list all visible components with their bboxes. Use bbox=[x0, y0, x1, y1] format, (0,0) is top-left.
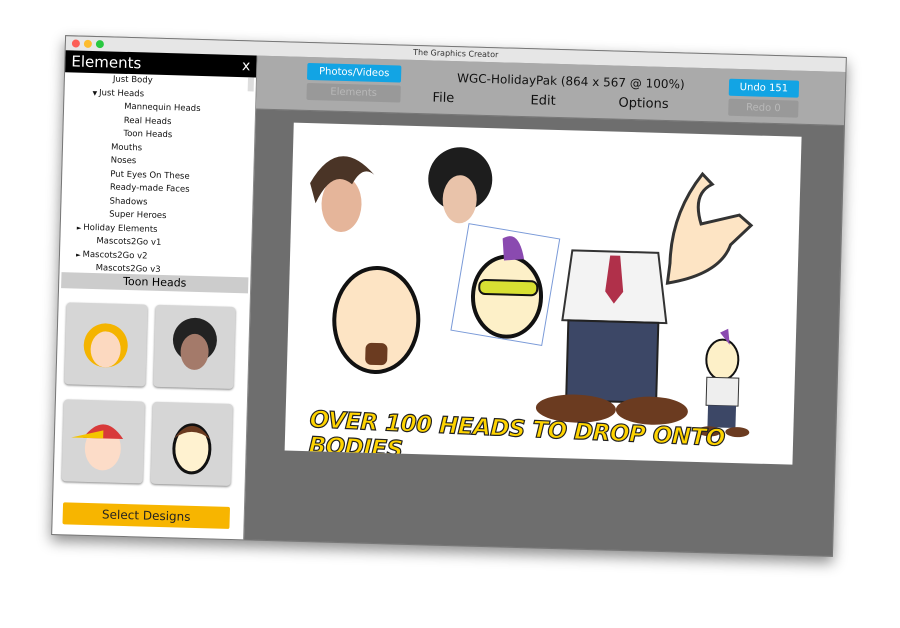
tree-item-label: Put Eyes On These bbox=[110, 168, 190, 182]
tree-item-label: Mascots2Go v2 bbox=[82, 249, 148, 262]
document-title: WGC-HolidayPak (864 x 567 @ 100%) bbox=[456, 71, 685, 92]
design-tile-cap-head[interactable] bbox=[61, 399, 145, 484]
tree-item-label: Holiday Elements bbox=[83, 222, 158, 235]
tree-item-label: Noses bbox=[110, 155, 137, 167]
sidebar-title: Elements bbox=[71, 52, 142, 73]
photos-videos-button[interactable]: Photos/Videos bbox=[306, 62, 402, 83]
tree-item-label: Mannequin Heads bbox=[124, 101, 201, 114]
elements-button[interactable]: Elements bbox=[306, 82, 401, 103]
tree-item-label: Ready-made Faces bbox=[109, 182, 190, 195]
redo-button[interactable]: Redo 0 bbox=[728, 98, 799, 118]
tree-item-label: Mouths bbox=[110, 142, 143, 153]
main-area: Photos/Videos Elements WGC-HolidayPak (8… bbox=[244, 55, 846, 556]
window-title: The Graphics Creator bbox=[413, 47, 499, 60]
close-icon[interactable]: x bbox=[242, 55, 251, 77]
artboard[interactable]: OVER 100 HEADS TO DROP ONTO BODIES bbox=[284, 122, 802, 465]
undo-button[interactable]: Undo 151 bbox=[728, 78, 800, 98]
menu-options[interactable]: Options bbox=[618, 96, 669, 112]
tree-item-label: Real Heads bbox=[123, 115, 172, 127]
bald-goatee-head[interactable] bbox=[332, 265, 421, 374]
tree-item-label: Super Heroes bbox=[109, 209, 167, 222]
category-tree: Just Body ▼ Just Heads Mannequin Heads Real… bbox=[60, 72, 257, 277]
canvas-area: OVER 100 HEADS TO DROP ONTO BODIES bbox=[244, 109, 844, 556]
real-head-hair[interactable] bbox=[309, 155, 375, 233]
tree-item-label: Shadows bbox=[109, 195, 148, 208]
menu-edit[interactable]: Edit bbox=[530, 93, 556, 109]
select-designs-button[interactable]: Select Designs bbox=[62, 502, 231, 529]
design-tile-toon-head[interactable] bbox=[150, 401, 233, 486]
minimize-window-button[interactable] bbox=[83, 39, 93, 48]
elements-sidebar: Elements x Just Body ▼ Just Heads Mannequi… bbox=[52, 50, 258, 540]
tree-scrollbar[interactable] bbox=[247, 77, 255, 91]
design-tile-afro-head[interactable] bbox=[152, 304, 236, 390]
app-window: The Graphics Creator Elements x Just Bod… bbox=[51, 35, 847, 557]
design-grid bbox=[53, 288, 250, 493]
menu-file[interactable]: File bbox=[432, 90, 454, 106]
mascot-figure[interactable] bbox=[697, 328, 752, 438]
tree-item-label: Mascots2Go v3 bbox=[95, 263, 161, 275]
close-window-button[interactable] bbox=[71, 39, 81, 48]
mohawk-head-selected[interactable] bbox=[450, 223, 561, 347]
tree-item-label: Just Heads bbox=[98, 87, 145, 99]
tree-item-label: Toon Heads bbox=[123, 128, 173, 141]
design-tile-blonde-head[interactable] bbox=[64, 302, 148, 387]
afro-head[interactable] bbox=[427, 146, 493, 224]
tree-item-label: Just Body bbox=[112, 74, 153, 86]
zoom-window-button[interactable] bbox=[95, 40, 105, 49]
tree-item-label: Mascots2Go v1 bbox=[96, 236, 162, 248]
